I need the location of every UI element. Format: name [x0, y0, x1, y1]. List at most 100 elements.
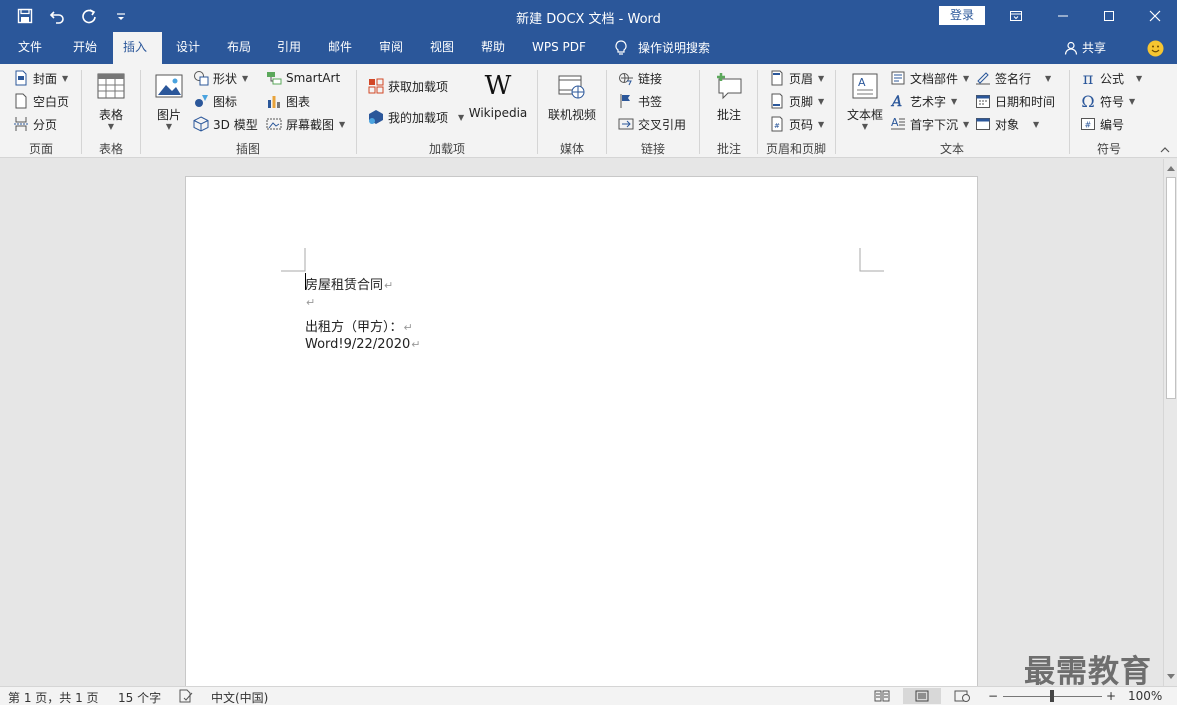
- close-icon: [1149, 10, 1161, 22]
- chevron-down-icon: ▼: [242, 73, 249, 83]
- signature-line-button[interactable]: 签名行 ▼: [975, 68, 1051, 88]
- tab-mailings[interactable]: 邮件: [318, 32, 362, 64]
- vertical-scrollbar[interactable]: [1163, 159, 1177, 686]
- redo-button[interactable]: [78, 6, 100, 26]
- bookmark-button[interactable]: 书签: [618, 91, 662, 111]
- get-addins-label: 获取加载项: [388, 79, 449, 94]
- screenshot-button[interactable]: 屏幕截图 ▼: [266, 114, 345, 134]
- svg-text:A: A: [890, 94, 902, 109]
- web-layout-button[interactable]: [948, 688, 976, 704]
- word-count-status[interactable]: 15 个字: [118, 689, 161, 705]
- quick-parts-button[interactable]: 文档部件 ▼: [890, 68, 969, 88]
- cover-page-button[interactable]: 封面 ▼: [13, 68, 68, 88]
- drop-cap-button[interactable]: A 首字下沉 ▼: [890, 114, 969, 134]
- zoom-out-button[interactable]: −: [988, 689, 998, 703]
- group-label-links: 链接: [640, 142, 665, 156]
- document-paragraph[interactable]: 出租方（甲方）：↵: [305, 316, 413, 335]
- document-paragraph[interactable]: ↵: [305, 295, 315, 310]
- shapes-button[interactable]: 形状 ▼: [193, 68, 248, 88]
- tab-view[interactable]: 视图: [420, 32, 464, 64]
- text-box-button[interactable]: A 文本框 ▼: [843, 70, 887, 131]
- page-break-icon: [13, 116, 29, 132]
- footer-button[interactable]: 页脚 ▼: [769, 91, 824, 111]
- chart-button[interactable]: 图表: [266, 91, 310, 111]
- symbol-button[interactable]: Ω 符号 ▼: [1080, 91, 1135, 111]
- group-label-text: 文本: [939, 142, 964, 156]
- collapse-ribbon-icon[interactable]: [1158, 144, 1172, 156]
- share-button[interactable]: 共享: [1064, 32, 1106, 64]
- tab-wps-pdf[interactable]: WPS PDF: [522, 32, 596, 64]
- scroll-up-button[interactable]: [1164, 161, 1177, 175]
- ribbon-display-options-button[interactable]: [993, 0, 1039, 32]
- link-button[interactable]: 链接: [618, 68, 662, 88]
- tab-review[interactable]: 审阅: [369, 32, 413, 64]
- tab-design[interactable]: 设计: [166, 32, 210, 64]
- 3d-models-button[interactable]: 3D 模型: [193, 114, 258, 134]
- cross-reference-icon: [618, 116, 634, 132]
- tab-file[interactable]: 文件: [8, 32, 52, 64]
- zoom-level[interactable]: 100%: [1128, 689, 1162, 703]
- undo-button[interactable]: [46, 6, 68, 26]
- caret-down-icon: [1167, 674, 1175, 679]
- web-layout-icon: [954, 690, 970, 702]
- smartart-button[interactable]: SmartArt: [266, 68, 340, 88]
- page-number-button[interactable]: # 页码 ▼: [769, 114, 824, 134]
- new-comment-button[interactable]: 批注: [708, 70, 750, 123]
- table-button[interactable]: 表格 ▼: [90, 70, 132, 131]
- proofing-status[interactable]: [178, 689, 194, 705]
- tab-home[interactable]: 开始: [63, 32, 107, 64]
- document-page[interactable]: 房屋租赁合同↵ ↵ 出租方（甲方）：↵ Word!9/22/2020↵: [185, 176, 978, 696]
- date-time-button[interactable]: 日期和时间: [975, 91, 1055, 111]
- minimize-button[interactable]: [1040, 0, 1086, 32]
- text-box-icon: A: [849, 70, 881, 102]
- tell-me-search[interactable]: 操作说明搜索: [604, 32, 720, 64]
- cross-reference-button[interactable]: 交叉引用: [618, 114, 686, 134]
- my-addins-button[interactable]: 我的加载项 ▼: [368, 107, 464, 127]
- object-label: 对象: [995, 117, 1020, 132]
- pictures-button[interactable]: 图片 ▼: [150, 70, 188, 131]
- group-separator: [81, 70, 82, 154]
- number-button[interactable]: # 编号: [1080, 114, 1124, 134]
- zoom-in-button[interactable]: +: [1106, 689, 1116, 703]
- blank-page-label: 空白页: [33, 94, 70, 109]
- cross-reference-label: 交叉引用: [638, 117, 687, 132]
- smiley-feedback-icon[interactable]: [1147, 40, 1164, 57]
- print-layout-button[interactable]: [903, 688, 941, 704]
- wikipedia-button[interactable]: W Wikipedia: [468, 70, 528, 120]
- zoom-slider-thumb[interactable]: [1050, 690, 1054, 702]
- login-button[interactable]: 登录: [939, 6, 985, 25]
- read-mode-button[interactable]: [868, 688, 896, 704]
- cube-icon: [193, 116, 209, 132]
- close-button[interactable]: [1132, 0, 1177, 32]
- tab-help[interactable]: 帮助: [471, 32, 515, 64]
- proofing-icon: [179, 689, 193, 703]
- save-button[interactable]: [14, 6, 36, 26]
- language-status[interactable]: 中文(中国): [211, 689, 268, 705]
- paragraph-mark: ↵: [411, 338, 421, 351]
- header-button[interactable]: 页眉 ▼: [769, 68, 824, 88]
- document-paragraph[interactable]: Word!9/22/2020↵: [305, 337, 421, 352]
- wordart-button[interactable]: A 艺术字 ▼: [890, 91, 957, 111]
- bar-chart-icon: [266, 93, 282, 109]
- object-button[interactable]: 对象 ▼: [975, 114, 1039, 134]
- shapes-label: 形状: [213, 71, 238, 86]
- page-break-button[interactable]: 分页: [13, 114, 57, 134]
- get-addins-button[interactable]: 获取加载项: [368, 76, 448, 96]
- tab-layout[interactable]: 布局: [217, 32, 261, 64]
- customize-qat-button[interactable]: [110, 6, 132, 26]
- pi-icon: π: [1082, 68, 1094, 88]
- blank-page-button[interactable]: 空白页: [13, 91, 69, 111]
- scrollbar-thumb[interactable]: [1166, 177, 1176, 399]
- document-paragraph[interactable]: 房屋租赁合同↵: [305, 274, 393, 293]
- chevron-down-icon: ▼: [1129, 96, 1136, 106]
- my-addins-label: 我的加载项: [388, 110, 449, 125]
- online-video-button[interactable]: 联机视频: [545, 70, 599, 123]
- icons-button[interactable]: 图标: [193, 91, 237, 111]
- tab-insert[interactable]: 插入: [113, 32, 162, 64]
- page-count-status[interactable]: 第 1 页，共 1 页: [8, 689, 99, 705]
- scroll-down-button[interactable]: [1164, 670, 1177, 684]
- equation-button[interactable]: π 公式 ▼: [1080, 68, 1142, 88]
- tab-references[interactable]: 引用: [267, 32, 311, 64]
- chevron-down-icon: ▼: [107, 122, 115, 131]
- maximize-button[interactable]: [1086, 0, 1132, 32]
